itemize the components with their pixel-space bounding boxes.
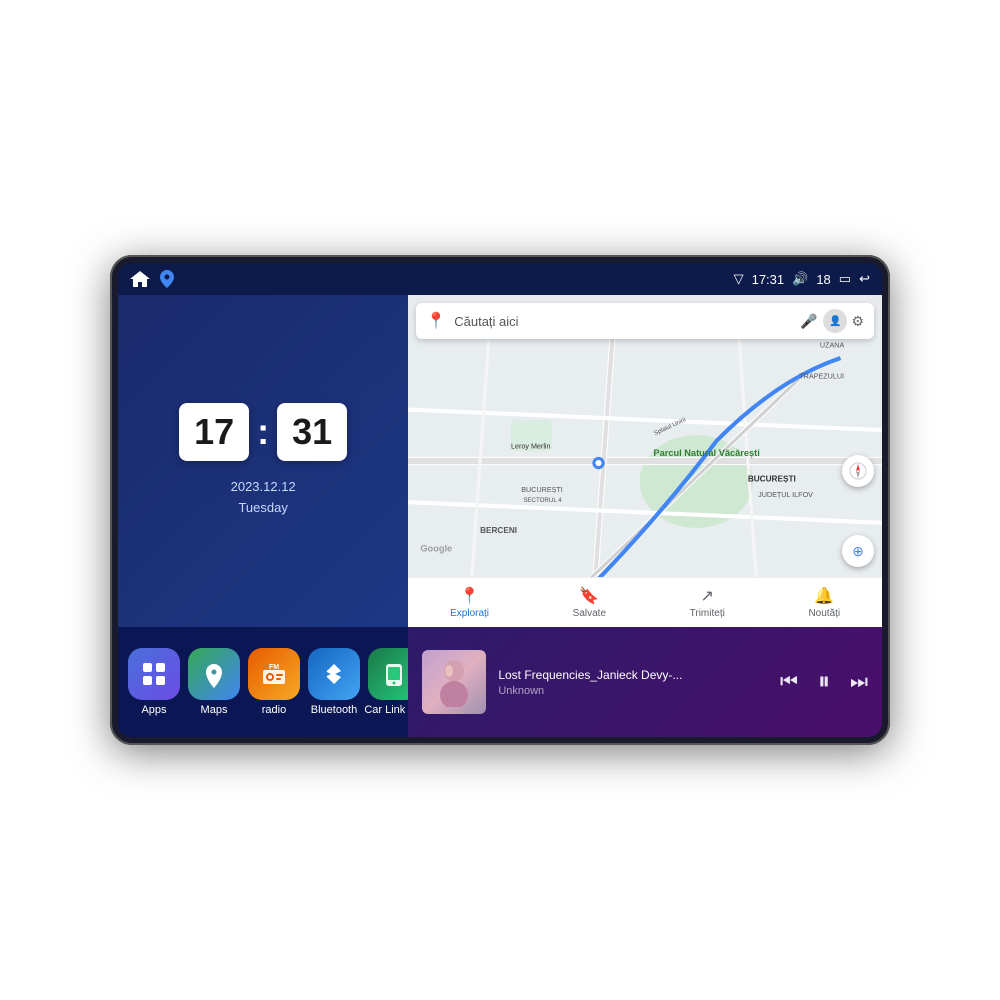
status-right: ▽ 17:31 🔊 18 ▭ ↩ (734, 271, 870, 287)
back-icon[interactable]: ↩ (859, 271, 870, 287)
app-item-bluetooth[interactable]: Bluetooth (304, 648, 364, 716)
map-nav-explore[interactable]: 📍 Explorați (450, 586, 489, 619)
svg-text:BERCENI: BERCENI (480, 526, 517, 535)
clock-day-value: Tuesday (231, 498, 296, 519)
music-thumb-image (422, 650, 486, 714)
svg-text:BUCUREȘTI: BUCUREȘTI (748, 475, 796, 484)
saved-icon: 🔖 (579, 586, 599, 606)
radio-icon: FM (248, 648, 300, 700)
bluetooth-icon (308, 648, 360, 700)
maps-icon (188, 648, 240, 700)
status-left (130, 270, 174, 288)
prev-button[interactable]: ⏮ (780, 671, 798, 694)
news-label: Noutăți (808, 608, 840, 619)
maps-pin-icon[interactable] (160, 270, 174, 288)
map-nav-share[interactable]: ↗ Trimiteți (690, 586, 725, 619)
saved-label: Salvate (573, 608, 606, 619)
svg-text:SECTORUL 4: SECTORUL 4 (524, 497, 563, 504)
apps-icon (128, 648, 180, 700)
music-artist: Unknown (498, 685, 768, 697)
clock-date: 2023.12.12 Tuesday (231, 477, 296, 519)
volume-level: 18 (816, 272, 830, 287)
map-zoom-button[interactable]: ⊕ (842, 535, 874, 567)
signal-icon: ▽ (734, 271, 744, 287)
svg-text:BUCUREȘTI: BUCUREȘTI (522, 485, 564, 494)
clock-hours: 17 (179, 403, 249, 461)
clock-display: 17 : 31 (179, 403, 347, 461)
device-screen: ▽ 17:31 🔊 18 ▭ ↩ 17 : 31 (118, 263, 882, 737)
device-frame: ▽ 17:31 🔊 18 ▭ ↩ 17 : 31 (110, 255, 890, 745)
svg-text:Parcul Natural Văcărești: Parcul Natural Văcărești (654, 448, 760, 458)
map-search-text: Căutați aici (454, 314, 800, 329)
map-nav-news[interactable]: 🔔 Noutăți (808, 586, 840, 619)
map-mic-icon[interactable]: 🎤 (800, 313, 817, 330)
next-button[interactable]: ⏭ (850, 671, 868, 694)
map-settings-icon[interactable]: ⚙ (851, 313, 864, 330)
svg-text:Leroy Merlin: Leroy Merlin (511, 442, 551, 451)
time-display: 17:31 (752, 272, 785, 287)
clock-minutes: 31 (277, 403, 347, 461)
news-icon: 🔔 (814, 586, 834, 606)
map-search-bar[interactable]: 📍 Căutați aici 🎤 👤 ⚙ (416, 303, 874, 339)
app-item-maps[interactable]: Maps (184, 648, 244, 716)
share-label: Trimiteți (690, 608, 725, 619)
map-section[interactable]: Parcul Natural Văcărești Leroy Merlin BU… (408, 295, 882, 627)
svg-text:TRAPEZULUI: TRAPEZULUI (800, 372, 845, 381)
music-thumbnail (422, 650, 486, 714)
app-item-radio[interactable]: FM radio (244, 648, 304, 716)
radio-label: radio (262, 704, 286, 716)
svg-text:JUDEȚUL ILFOV: JUDEȚUL ILFOV (758, 490, 813, 499)
clock-separator: : (257, 411, 269, 453)
map-avatar[interactable]: 👤 (823, 309, 847, 333)
music-player: Lost Frequencies_Janieck Devy-... Unknow… (408, 627, 882, 737)
apps-label: Apps (141, 704, 166, 716)
clock-section: 17 : 31 2023.12.12 Tuesday (118, 295, 408, 627)
svg-text:UZANA: UZANA (820, 341, 845, 350)
music-title: Lost Frequencies_Janieck Devy-... (498, 668, 698, 682)
map-nav-bar: 📍 Explorați 🔖 Salvate ↗ Trimiteți 🔔 (408, 577, 882, 627)
share-icon: ↗ (701, 586, 714, 606)
explore-label: Explorați (450, 608, 489, 619)
music-info: Lost Frequencies_Janieck Devy-... Unknow… (498, 668, 768, 697)
status-bar: ▽ 17:31 🔊 18 ▭ ↩ (118, 263, 882, 295)
app-bar: Apps Maps (118, 627, 408, 737)
battery-icon: ▭ (839, 271, 851, 287)
home-icon[interactable] (130, 271, 150, 287)
map-nav-saved[interactable]: 🔖 Salvate (573, 586, 606, 619)
main-content: 17 : 31 2023.12.12 Tuesday (118, 295, 882, 737)
music-controls: ⏮ ⏸ ⏭ (780, 668, 868, 696)
explore-icon: 📍 (460, 586, 480, 606)
play-pause-button[interactable]: ⏸ (818, 668, 830, 696)
left-panel: 17 : 31 2023.12.12 Tuesday (118, 295, 408, 737)
svg-text:Google: Google (421, 544, 453, 554)
clock-date-value: 2023.12.12 (231, 477, 296, 498)
map-search-pin-icon: 📍 (426, 311, 446, 331)
bluetooth-label: Bluetooth (311, 704, 357, 716)
map-compass-button[interactable] (842, 455, 874, 487)
maps-label: Maps (201, 704, 228, 716)
svg-text:FM: FM (269, 664, 279, 671)
volume-icon: 🔊 (792, 271, 808, 287)
right-panel: Parcul Natural Văcărești Leroy Merlin BU… (408, 295, 882, 737)
app-item-apps[interactable]: Apps (124, 648, 184, 716)
